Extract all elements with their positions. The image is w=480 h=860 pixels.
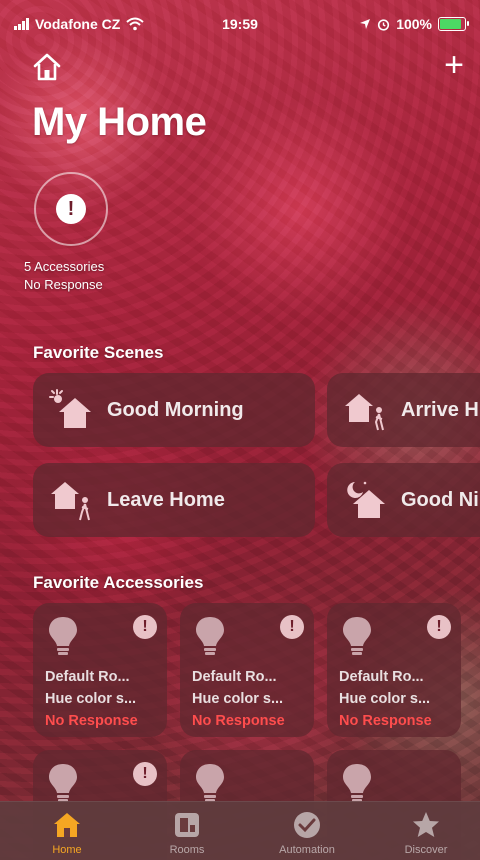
accessory-tile[interactable]: ! Default Ro... Hue color s... No Respon… xyxy=(327,603,461,737)
lightbulb-icon xyxy=(49,764,77,802)
accessory-tile[interactable]: ! Default Ro... Hue color s... No Respon… xyxy=(33,603,167,737)
tab-label: Automation xyxy=(279,844,335,856)
scene-good-night[interactable]: Good Ni xyxy=(327,463,480,537)
accessory-status: No Response xyxy=(339,713,432,729)
scene-good-morning[interactable]: Good Morning xyxy=(33,373,315,447)
scene-leave-home[interactable]: Leave Home xyxy=(33,463,315,537)
home-settings-icon[interactable] xyxy=(32,52,62,82)
automation-icon xyxy=(294,812,320,838)
home-icon xyxy=(54,813,80,837)
exclamation-icon: ! xyxy=(133,762,157,786)
night-house-icon xyxy=(347,481,385,518)
accessory-room: Default Ro... xyxy=(339,669,424,685)
accessory-room: Default Ro... xyxy=(45,669,130,685)
exclamation-icon: ! xyxy=(56,194,86,224)
accessory-name: Hue color s... xyxy=(192,691,284,707)
accessory-room: Default Ro... xyxy=(192,669,277,685)
accessory-status: No Response xyxy=(45,713,138,729)
alarm-icon xyxy=(378,18,390,31)
lightbulb-icon xyxy=(196,617,224,655)
home-screen: Vodafone CZ 19:59 100% + My Home ! 5 Acc… xyxy=(0,0,480,860)
scene-label: Leave Home xyxy=(107,488,225,511)
lightbulb-icon xyxy=(343,617,371,655)
accessory-tile[interactable]: ! Default Ro... Hue color s... No Respon… xyxy=(180,603,314,737)
accessory-name: Hue color s... xyxy=(45,691,137,707)
tab-automation[interactable]: Automation xyxy=(257,810,357,856)
status-bar: Vodafone CZ 19:59 100% xyxy=(0,12,480,36)
arrive-home-icon xyxy=(345,394,384,431)
page-title: My Home xyxy=(32,100,207,144)
add-button[interactable]: + xyxy=(444,48,464,82)
tab-label: Discover xyxy=(404,844,448,856)
battery-percent: 100% xyxy=(396,16,432,32)
accessory-status-widget[interactable]: ! 5 Accessories No Response xyxy=(24,172,120,294)
tab-discover[interactable]: Discover xyxy=(376,810,476,856)
sunrise-house-icon xyxy=(49,389,91,428)
tab-rooms[interactable]: Rooms xyxy=(137,810,237,856)
accessory-status: No Response xyxy=(192,713,285,729)
clock: 19:59 xyxy=(222,16,258,32)
scene-label: Good Morning xyxy=(107,398,244,421)
scene-label: Good Ni xyxy=(401,488,479,511)
status-count: 5 Accessories xyxy=(24,259,105,274)
star-icon xyxy=(413,812,439,837)
tab-label: Rooms xyxy=(169,844,205,856)
scene-label: Arrive H xyxy=(401,398,479,421)
lightbulb-icon xyxy=(49,617,77,655)
tab-home[interactable]: Home xyxy=(17,810,117,856)
scene-arrive-home[interactable]: Arrive H xyxy=(327,373,480,447)
status-circle: ! xyxy=(34,172,108,246)
rooms-icon xyxy=(175,813,199,837)
lightbulb-icon xyxy=(196,764,224,802)
tab-bar: Home Rooms Automation Discover xyxy=(0,801,480,860)
battery-icon xyxy=(438,17,469,31)
lightbulb-icon xyxy=(343,764,371,802)
status-message: No Response xyxy=(24,277,103,292)
exclamation-icon: ! xyxy=(133,615,157,639)
tab-label: Home xyxy=(52,844,82,856)
favorite-scenes-title: Favorite Scenes xyxy=(33,343,164,362)
leave-home-icon xyxy=(51,482,90,521)
exclamation-icon: ! xyxy=(427,615,451,639)
exclamation-icon: ! xyxy=(280,615,304,639)
accessory-name: Hue color s... xyxy=(339,691,431,707)
favorite-accessories-title: Favorite Accessories xyxy=(33,573,204,592)
location-icon xyxy=(360,19,371,29)
